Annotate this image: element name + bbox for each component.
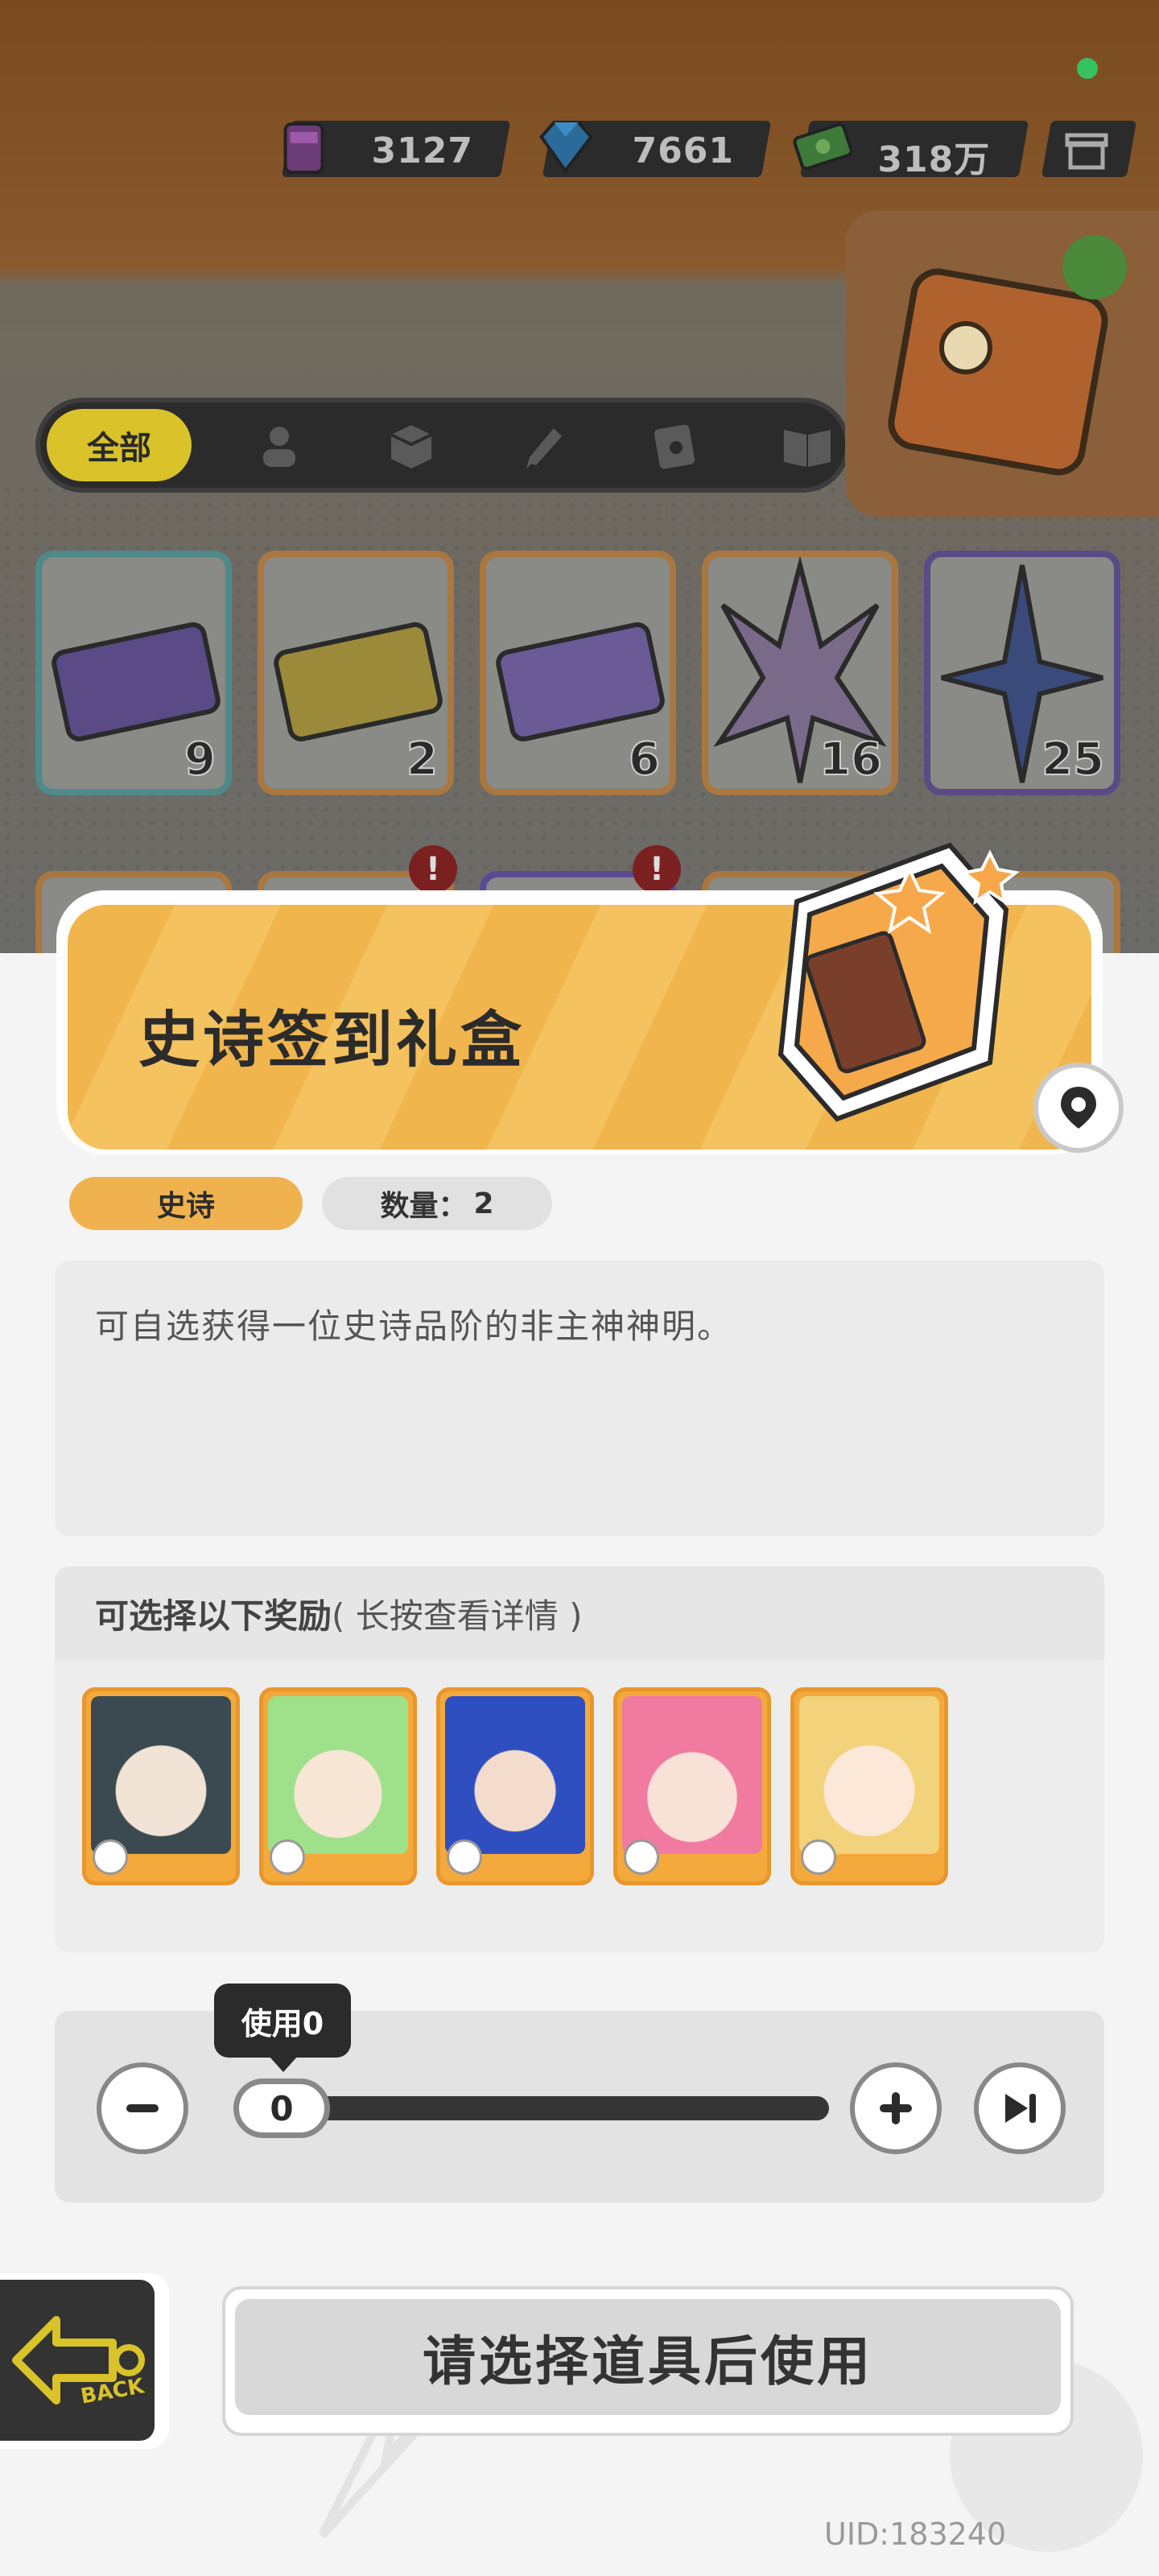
world-box-icon xyxy=(888,235,1127,476)
person-icon[interactable] xyxy=(251,420,307,472)
gift-box-art xyxy=(777,842,1020,1122)
key-icon xyxy=(270,1839,305,1875)
hero-portrait xyxy=(799,1696,939,1854)
plus-icon xyxy=(880,2092,912,2124)
back-button-face: BACK xyxy=(0,2280,155,2441)
box-icon[interactable] xyxy=(383,420,439,472)
user-id: UID:183240 xyxy=(824,2516,1007,2552)
inventory-card[interactable]: 16 xyxy=(702,551,898,795)
item-title: 史诗签到礼盒 xyxy=(138,1004,525,1075)
item-description: 可自选获得一位史诗品阶的非主神神明。 xyxy=(95,1307,733,1346)
gift-icon xyxy=(1065,133,1108,170)
quantity-slider-thumb[interactable]: 0 xyxy=(233,2079,330,2138)
rarity-tag: 史诗 xyxy=(69,1177,303,1230)
reward-header-hint: ( 长按查看详情 ) xyxy=(332,1596,583,1636)
quantity-label: 数量： xyxy=(380,1190,468,1223)
world-box-preview xyxy=(845,211,1159,517)
item-count: 2 xyxy=(406,733,439,786)
location-pin-icon xyxy=(1061,1087,1096,1129)
quantity-tag: 数量： 2 xyxy=(322,1177,552,1230)
item-count: 9 xyxy=(184,733,217,786)
potion-can-icon xyxy=(283,122,324,174)
max-button[interactable] xyxy=(974,2062,1066,2154)
key-icon xyxy=(624,1839,659,1875)
item-count: 25 xyxy=(1041,733,1105,786)
reward-hero-card[interactable] xyxy=(436,1687,594,1885)
currency-diamond[interactable]: 7661 xyxy=(538,121,772,177)
hero-portrait xyxy=(622,1696,762,1854)
currency-value: 318万 xyxy=(877,139,991,180)
inventory-card[interactable]: 2 xyxy=(258,551,454,795)
currency-value: 3127 xyxy=(371,130,473,171)
online-status-indicator xyxy=(1077,58,1098,79)
hero-portrait xyxy=(268,1696,408,1854)
inventory-card[interactable]: 9 xyxy=(35,551,232,795)
use-item-label: 请选择道具后使用 xyxy=(235,2299,1061,2415)
card-icon[interactable] xyxy=(647,420,703,472)
hero-portrait xyxy=(445,1696,585,1854)
increase-button[interactable] xyxy=(850,2062,942,2154)
description-box: 可自选获得一位史诗品阶的非主神神明。 xyxy=(55,1261,1104,1536)
reward-hero-card[interactable] xyxy=(790,1687,948,1885)
alert-badge: ! xyxy=(633,845,681,894)
category-filter-bar: 全部 xyxy=(35,398,850,493)
hero-portrait xyxy=(91,1696,231,1854)
currency-value: 7661 xyxy=(632,130,734,171)
quantity-value: 2 xyxy=(473,1187,494,1220)
skip-to-max-icon xyxy=(1005,2094,1036,2123)
item-count: 16 xyxy=(819,733,883,786)
key-icon xyxy=(801,1839,836,1875)
cash-icon xyxy=(793,122,853,171)
reward-header: 可选择以下奖励 ( 长按查看详情 ) xyxy=(55,1567,1104,1660)
book-icon[interactable] xyxy=(779,420,835,472)
gift-shop-button[interactable] xyxy=(1041,121,1137,177)
locate-item-button[interactable] xyxy=(1033,1063,1124,1153)
use-item-button[interactable]: 请选择道具后使用 xyxy=(222,2286,1074,2436)
key-icon xyxy=(93,1839,128,1875)
reward-header-title: 可选择以下奖励 xyxy=(95,1596,332,1636)
minus-icon xyxy=(126,2104,159,2112)
filter-all-tab[interactable]: 全部 xyxy=(47,409,192,481)
key-icon xyxy=(447,1839,482,1875)
item-count: 6 xyxy=(628,733,661,786)
currency-potion[interactable]: 3127 xyxy=(281,121,511,177)
inventory-card[interactable]: 6 xyxy=(480,551,676,795)
reward-hero-card[interactable] xyxy=(259,1687,417,1885)
currency-cash[interactable]: 318万 xyxy=(793,121,1029,180)
alert-badge: ! xyxy=(409,845,457,894)
inventory-card[interactable]: 25 xyxy=(924,551,1120,795)
reward-hero-card[interactable] xyxy=(613,1687,771,1885)
reward-hero-card[interactable] xyxy=(82,1687,240,1885)
diamond-icon xyxy=(538,121,594,174)
use-count-tooltip: 使用0 xyxy=(214,1984,351,2072)
pen-icon[interactable] xyxy=(515,420,571,472)
decrease-button[interactable] xyxy=(97,2062,188,2154)
back-button[interactable]: BACK xyxy=(0,2273,169,2449)
back-arrow-icon xyxy=(12,2316,145,2405)
